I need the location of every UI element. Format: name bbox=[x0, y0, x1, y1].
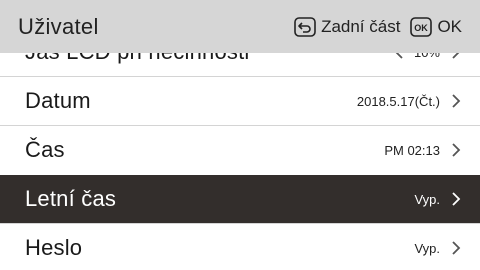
back-arrow-icon bbox=[294, 16, 316, 37]
page-title: Uživatel bbox=[18, 13, 99, 39]
menu-item-value: Vyp. bbox=[414, 191, 440, 207]
menu-item-label: Letní čas bbox=[25, 186, 117, 211]
ok-key-icon: OK bbox=[410, 16, 433, 37]
back-button[interactable]: Zadní část bbox=[294, 17, 400, 37]
back-label: Zadní část bbox=[321, 16, 401, 36]
menu-item-time[interactable]: Čas PM 02:13 bbox=[0, 126, 480, 174]
menu-item-value-group: Vyp. bbox=[414, 241, 462, 256]
title-bar: Uživatel Zadní část OK OK bbox=[0, 0, 480, 53]
settings-screen: Jas LCD při nečinnosti 10% Datum 2018.5.… bbox=[0, 0, 480, 270]
menu-item-value: Vyp. bbox=[414, 240, 440, 256]
menu-item-value-group: PM 02:13 bbox=[384, 143, 462, 158]
menu-item-label: Datum bbox=[25, 88, 91, 113]
menu-item-label: Čas bbox=[25, 137, 65, 162]
chevron-right-icon bbox=[452, 241, 461, 255]
menu-item-value-group: Vyp. bbox=[414, 192, 462, 207]
menu-item-date[interactable]: Datum 2018.5.17(Čt.) bbox=[0, 77, 480, 125]
ok-key-icon-text: OK bbox=[415, 23, 429, 33]
menu-item-value: PM 02:13 bbox=[384, 142, 440, 158]
chevron-right-icon bbox=[452, 143, 461, 157]
menu-item-value-group: 2018.5.17(Čt.) bbox=[357, 94, 462, 109]
ok-button[interactable]: OK OK bbox=[410, 17, 462, 37]
menu-item-label: Heslo bbox=[25, 235, 83, 260]
chevron-right-icon bbox=[452, 192, 461, 206]
menu-item-value: 2018.5.17(Čt.) bbox=[356, 93, 440, 109]
ok-label: OK bbox=[437, 16, 462, 36]
menu-item-password[interactable]: Heslo Vyp. bbox=[0, 224, 480, 270]
header-actions: Zadní část OK OK bbox=[294, 17, 462, 37]
chevron-right-icon bbox=[452, 94, 461, 108]
menu-item-daylight-saving[interactable]: Letní čas Vyp. bbox=[0, 175, 480, 223]
